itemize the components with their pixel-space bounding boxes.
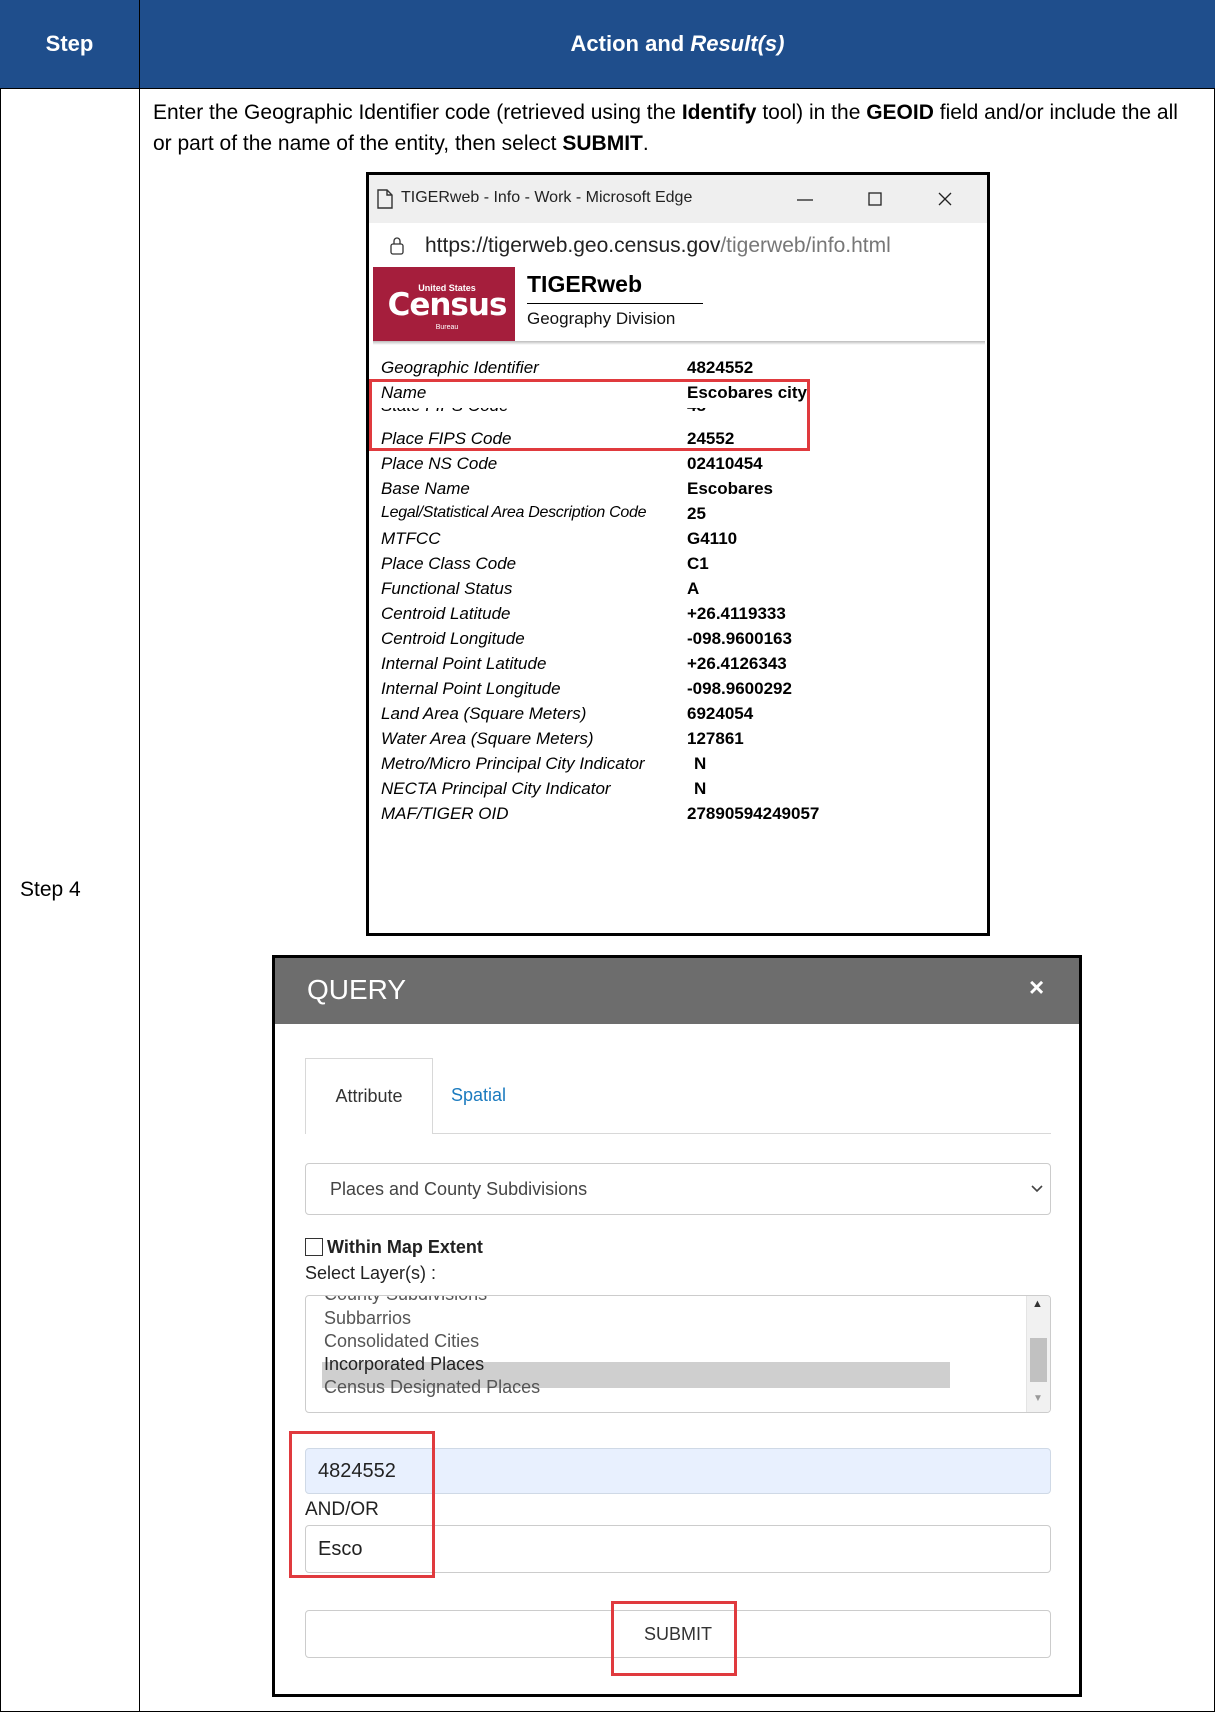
info-row: Centroid Latitude +26.4119333 xyxy=(369,604,987,629)
scroll-thumb[interactable] xyxy=(1030,1338,1047,1382)
edge-window: TIGERweb - Info - Work - Microsoft Edge … xyxy=(366,172,990,936)
info-label: Base Name xyxy=(381,479,470,498)
info-label: Internal Point Longitude xyxy=(381,679,561,698)
info-label: Functional Status xyxy=(381,579,513,598)
highlight-box-identifier xyxy=(369,379,810,451)
layer-option[interactable]: County Subdivisions xyxy=(324,1296,487,1305)
info-row: NECTA Principal City Indicator N xyxy=(369,779,987,804)
site-title: TIGERweb xyxy=(527,271,643,297)
query-close-icon[interactable]: × xyxy=(1029,972,1044,1003)
header-action: Action and Result(s) xyxy=(570,31,785,56)
tab-divider xyxy=(433,1133,1051,1134)
header-divider xyxy=(0,88,1215,89)
lock-icon xyxy=(390,237,404,255)
info-label: Centroid Longitude xyxy=(381,629,525,648)
info-label: MTFCC xyxy=(381,529,441,548)
info-value: 27890594249057 xyxy=(687,804,820,823)
info-value: G4110 xyxy=(687,529,738,548)
info-value: -098.9600163 xyxy=(687,629,792,648)
layer-option[interactable]: Consolidated Cities xyxy=(324,1331,479,1352)
column-divider xyxy=(139,0,140,1712)
url-text: https://tigerweb.geo.census.gov/tigerweb… xyxy=(425,234,891,257)
info-value: A xyxy=(687,579,700,598)
window-title: TIGERweb - Info - Work - Microsoft Edge xyxy=(401,189,693,206)
info-label: Land Area (Square Meters) xyxy=(381,704,587,723)
table-header: Step Action and Result(s) xyxy=(0,0,1215,88)
layer-option[interactable]: Census Designated Places xyxy=(324,1377,540,1398)
info-row: Internal Point Longitude -098.9600292 xyxy=(369,679,987,704)
chevron-down-icon xyxy=(1031,1185,1043,1193)
highlight-box-inputs xyxy=(289,1431,435,1578)
info-value: +26.4119333 xyxy=(687,604,786,623)
info-label: NECTA Principal City Indicator xyxy=(381,779,611,798)
geography-select-value: Places and County Subdivisions xyxy=(330,1179,588,1199)
layer-option-selected[interactable]: Incorporated Places xyxy=(324,1354,484,1375)
info-row: Water Area (Square Meters) 127861 xyxy=(369,729,987,754)
info-row: Land Area (Square Meters) 6924054 xyxy=(369,704,987,729)
info-value: 02410454 xyxy=(687,454,763,473)
highlight-box-submit xyxy=(611,1601,737,1676)
info-label: Place NS Code xyxy=(381,454,498,473)
info-value: 25 xyxy=(687,504,706,523)
info-row: Centroid Longitude -098.9600163 xyxy=(369,629,987,654)
info-row: Internal Point Latitude +26.4126343 xyxy=(369,654,987,679)
query-dialog: QUERY × Attribute Spatial Places and Cou… xyxy=(272,955,1082,1697)
info-row: MAF/TIGER OID 27890594249057 xyxy=(369,804,987,829)
within-map-extent-checkbox[interactable] xyxy=(305,1238,323,1256)
site-subtitle: Geography Division xyxy=(527,309,676,328)
info-value: +26.4126343 xyxy=(687,654,787,673)
minimize-icon[interactable] xyxy=(795,189,815,209)
select-layers-label: Select Layer(s) : xyxy=(305,1263,437,1283)
scroll-up-icon[interactable]: ▲ xyxy=(1032,1298,1043,1310)
tab-spatial[interactable]: Spatial xyxy=(451,1058,571,1134)
info-value: 127861 xyxy=(687,729,744,748)
info-row: Base Name Escobares xyxy=(369,479,987,504)
logo-text-bottom: Bureau xyxy=(435,324,459,331)
info-value: 4824552 xyxy=(687,358,754,377)
tab-attribute[interactable]: Attribute xyxy=(305,1058,433,1134)
title-underline xyxy=(527,303,703,304)
info-value: Escobares xyxy=(687,479,773,498)
instruction-text: Enter the Geographic Identifier code (re… xyxy=(153,101,1178,155)
address-bar[interactable]: https://tigerweb.geo.census.gov/tigerweb… xyxy=(369,223,987,271)
info-value: N xyxy=(694,779,707,798)
info-value: N xyxy=(694,754,707,773)
info-row: Functional Status A xyxy=(369,579,987,604)
info-value: -098.9600292 xyxy=(687,679,792,698)
info-label: MAF/TIGER OID xyxy=(381,804,509,823)
header-step: Step xyxy=(45,31,94,56)
maximize-icon[interactable] xyxy=(865,189,885,209)
scroll-down-icon[interactable]: ▼ xyxy=(1033,1393,1043,1404)
info-label: Place Class Code xyxy=(381,554,517,573)
info-label: Internal Point Latitude xyxy=(381,654,547,673)
info-label: Water Area (Square Meters) xyxy=(381,729,594,748)
info-row: Metro/Micro Principal City Indicator N xyxy=(369,754,987,779)
query-title: QUERY xyxy=(307,974,407,1005)
query-header: QUERY × xyxy=(275,958,1079,1024)
info-value: C1 xyxy=(687,554,709,573)
layer-listbox[interactable]: County Subdivisions Subbarrios Consolida… xyxy=(305,1295,1051,1413)
geography-select[interactable]: Places and County Subdivisions xyxy=(305,1163,1051,1215)
info-label: Geographic Identifier xyxy=(381,358,539,377)
info-row: MTFCC G4110 xyxy=(369,529,987,554)
within-map-extent-label: Within Map Extent xyxy=(327,1237,483,1257)
census-logo: United States Census Bureau xyxy=(373,267,515,341)
page-icon xyxy=(377,189,393,209)
info-label: Legal/Statistical Area Description Code xyxy=(381,504,647,521)
listbox-scrollbar[interactable]: ▲ ▼ xyxy=(1026,1296,1050,1412)
close-icon[interactable] xyxy=(935,189,955,209)
info-label: Centroid Latitude xyxy=(381,604,511,623)
step-label: Step 4 xyxy=(20,878,81,901)
logo-text-main: Census xyxy=(387,287,508,323)
info-row: Place Class Code C1 xyxy=(369,554,987,579)
window-titlebar: TIGERweb - Info - Work - Microsoft Edge xyxy=(369,175,987,223)
header-shadow xyxy=(373,341,985,345)
info-value: 6924054 xyxy=(687,704,754,723)
info-row: Legal/Statistical Area Description Code 2… xyxy=(369,504,987,529)
info-row: Place NS Code 02410454 xyxy=(369,454,987,479)
layer-option[interactable]: Subbarrios xyxy=(324,1308,411,1329)
info-label: Metro/Micro Principal City Indicator xyxy=(381,754,645,773)
